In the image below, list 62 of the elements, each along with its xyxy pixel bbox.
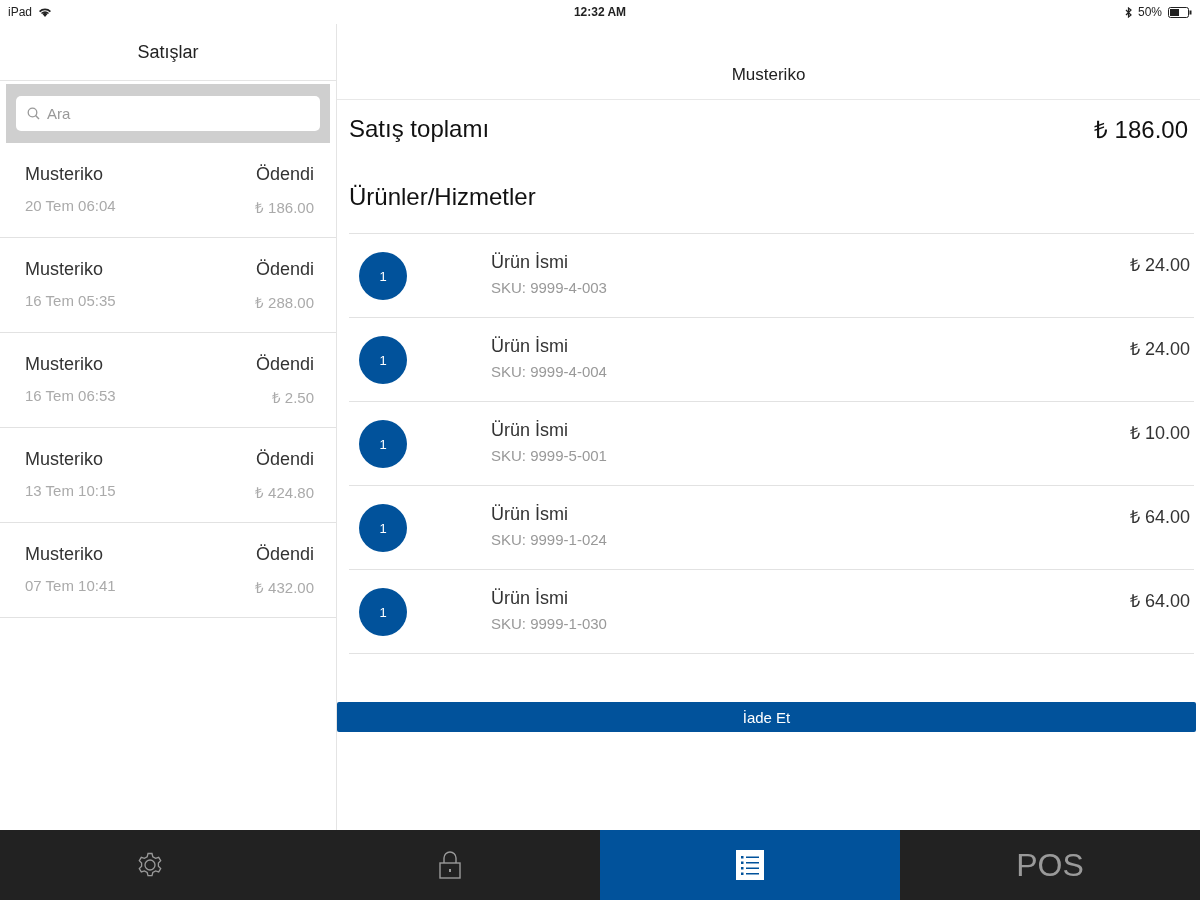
quantity-badge: 1 [359, 252, 407, 300]
lock-icon [438, 850, 462, 880]
total-amount: ₺ 186.00 [1093, 115, 1188, 145]
product-price: ₺ 24.00 [1129, 254, 1190, 276]
product-sku: SKU: 9999-5-001 [491, 447, 608, 464]
product-name: Ürün İsmi [491, 504, 569, 525]
device-name: iPad [8, 5, 33, 19]
quantity-badge: 1 [359, 336, 407, 384]
customer-name: Musteriko [25, 258, 104, 280]
sale-amount: ₺ 424.80 [254, 482, 314, 502]
settings-icon [136, 851, 164, 879]
quantity-badge: 1 [359, 588, 407, 636]
product-price: ₺ 10.00 [1129, 422, 1190, 444]
payment-status: Ödendi [255, 163, 314, 185]
product-name: Ürün İsmi [491, 336, 569, 357]
tab-bar-item[interactable] [600, 830, 900, 900]
sale-amount: ₺ 288.00 [254, 292, 314, 312]
quantity-badge: 1 [359, 504, 407, 552]
customer-name: Musteriko [25, 353, 104, 375]
product-sku: SKU: 9999-4-004 [491, 363, 608, 380]
product-sku: SKU: 9999-1-024 [491, 531, 608, 548]
customer-name: Musteriko [25, 543, 104, 565]
sale-date: 07 Tem 10:41 [25, 576, 116, 596]
quantity-badge: 1 [359, 420, 407, 468]
total-label: Satış toplamı [349, 114, 490, 143]
sale-date: 16 Tem 06:53 [25, 386, 116, 406]
sale-list-item[interactable]: Musteriko Ödendi 13 Tem 10:15 ₺ 424.80 [0, 428, 336, 523]
sale-list-item[interactable]: Musteriko Ödendi 07 Tem 10:41 ₺ 432.00 [0, 523, 336, 618]
refund-button[interactable]: İade Et [337, 702, 1196, 732]
payment-status: Ödendi [255, 353, 314, 375]
customer-name: Musteriko [25, 448, 104, 470]
payment-status: Ödendi [255, 258, 314, 280]
product-name: Ürün İsmi [491, 588, 569, 609]
product-name: Ürün İsmi [491, 420, 569, 441]
wifi-icon [38, 7, 53, 17]
sale-list-item[interactable]: Musteriko Ödendi 20 Tem 06:04 ₺ 186.00 [0, 143, 336, 238]
status-time: 12:32 AM [573, 5, 627, 19]
bluetooth-icon [1124, 6, 1132, 18]
sale-list-item[interactable]: Musteriko Ödendi 16 Tem 06:53 ₺ 2.50 [0, 333, 336, 428]
product-price: ₺ 64.00 [1129, 590, 1190, 612]
sidebar-title: Satışlar [0, 24, 336, 81]
section-title: Ürünler/Hizmetler [349, 145, 1194, 234]
product-price: ₺ 24.00 [1129, 338, 1190, 360]
sale-date: 13 Tem 10:15 [25, 481, 116, 501]
sale-amount: ₺ 186.00 [254, 197, 314, 217]
product-price: ₺ 64.00 [1129, 506, 1190, 528]
payment-status: Ödendi [255, 448, 314, 470]
payment-status: Ödendi [255, 543, 314, 565]
sale-date: 20 Tem 06:04 [25, 196, 116, 216]
sale-date: 16 Tem 05:35 [25, 291, 116, 311]
search-field[interactable]: Ara [16, 96, 320, 131]
battery-icon [1168, 6, 1192, 18]
list-icon [736, 850, 764, 880]
product-sku: SKU: 9999-1-030 [491, 615, 608, 632]
product-sku: SKU: 9999-4-003 [491, 279, 608, 296]
detail-title: Musteriko [337, 24, 1200, 100]
customer-name: Musteriko [25, 163, 104, 185]
battery-percent: 50% [1137, 5, 1162, 19]
sale-amount: ₺ 2.50 [271, 387, 314, 407]
product-name: Ürün İsmi [491, 252, 569, 273]
sale-amount: ₺ 432.00 [254, 577, 314, 597]
sale-list-item[interactable]: Musteriko Ödendi 16 Tem 05:35 ₺ 288.00 [0, 238, 336, 333]
